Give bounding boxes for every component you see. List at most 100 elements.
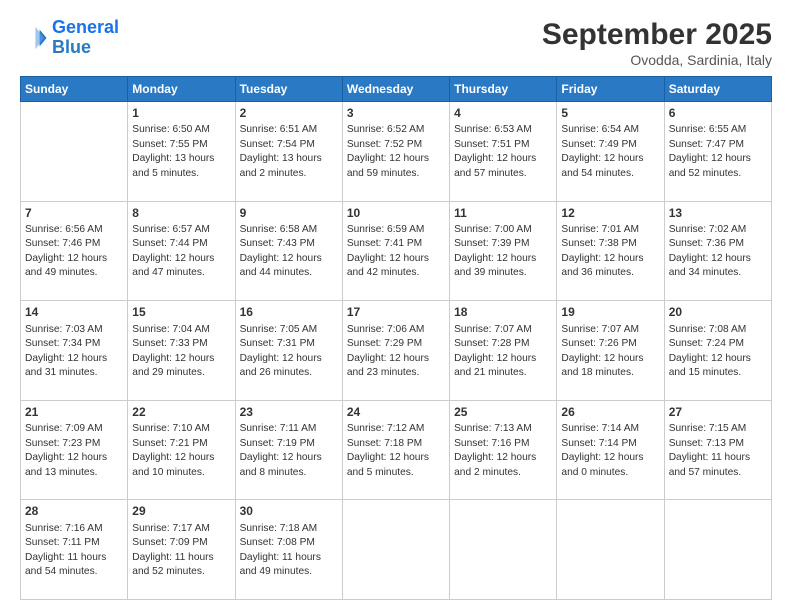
table-row: 4Sunrise: 6:53 AM Sunset: 7:51 PM Daylig…: [450, 102, 557, 202]
day-number: 6: [669, 105, 767, 122]
day-info: Sunrise: 7:08 AM Sunset: 7:24 PM Dayligh…: [669, 323, 767, 381]
day-number: 21: [25, 404, 123, 421]
day-number: 3: [347, 105, 445, 122]
day-number: 25: [454, 404, 552, 421]
day-number: 18: [454, 304, 552, 321]
day-number: 7: [25, 205, 123, 222]
table-row: 12Sunrise: 7:01 AM Sunset: 7:38 PM Dayli…: [557, 201, 664, 301]
day-number: 11: [454, 205, 552, 222]
day-number: 27: [669, 404, 767, 421]
day-info: Sunrise: 7:18 AM Sunset: 7:08 PM Dayligh…: [240, 522, 338, 580]
day-info: Sunrise: 7:07 AM Sunset: 7:28 PM Dayligh…: [454, 323, 552, 381]
table-row: [21, 102, 128, 202]
day-info: Sunrise: 7:14 AM Sunset: 7:14 PM Dayligh…: [561, 422, 659, 480]
day-number: 9: [240, 205, 338, 222]
day-info: Sunrise: 7:06 AM Sunset: 7:29 PM Dayligh…: [347, 323, 445, 381]
day-info: Sunrise: 7:10 AM Sunset: 7:21 PM Dayligh…: [132, 422, 230, 480]
table-row: [664, 500, 771, 600]
day-info: Sunrise: 7:03 AM Sunset: 7:34 PM Dayligh…: [25, 323, 123, 381]
day-info: Sunrise: 6:56 AM Sunset: 7:46 PM Dayligh…: [25, 223, 123, 281]
day-number: 26: [561, 404, 659, 421]
day-info: Sunrise: 7:02 AM Sunset: 7:36 PM Dayligh…: [669, 223, 767, 281]
table-row: 2Sunrise: 6:51 AM Sunset: 7:54 PM Daylig…: [235, 102, 342, 202]
day-number: 20: [669, 304, 767, 321]
day-info: Sunrise: 7:09 AM Sunset: 7:23 PM Dayligh…: [25, 422, 123, 480]
day-number: 16: [240, 304, 338, 321]
table-row: 26Sunrise: 7:14 AM Sunset: 7:14 PM Dayli…: [557, 400, 664, 500]
header-row: Sunday Monday Tuesday Wednesday Thursday…: [21, 77, 772, 102]
table-row: 15Sunrise: 7:04 AM Sunset: 7:33 PM Dayli…: [128, 301, 235, 401]
week-row-5: 28 Sunrise: 7:16 AM Sunset: 7:11 PM Dayli…: [21, 500, 772, 600]
table-row: 1Sunrise: 6:50 AM Sunset: 7:55 PM Daylig…: [128, 102, 235, 202]
col-sunday: Sunday: [21, 77, 128, 102]
day-number: 22: [132, 404, 230, 421]
table-row: 22Sunrise: 7:10 AM Sunset: 7:21 PM Dayli…: [128, 400, 235, 500]
table-row: 6Sunrise: 6:55 AM Sunset: 7:47 PM Daylig…: [664, 102, 771, 202]
table-row: [557, 500, 664, 600]
day-info: Sunrise: 7:00 AM Sunset: 7:39 PM Dayligh…: [454, 223, 552, 281]
day-number: 4: [454, 105, 552, 122]
table-row: 24Sunrise: 7:12 AM Sunset: 7:18 PM Dayli…: [342, 400, 449, 500]
table-row: 21Sunrise: 7:09 AM Sunset: 7:23 PM Dayli…: [21, 400, 128, 500]
logo-icon: [20, 24, 48, 52]
day-info: Sunrise: 7:13 AM Sunset: 7:16 PM Dayligh…: [454, 422, 552, 480]
day-info: Sunrise: 6:50 AM Sunset: 7:55 PM Dayligh…: [132, 123, 230, 181]
table-row: 28 Sunrise: 7:16 AM Sunset: 7:11 PM Dayli…: [21, 500, 128, 600]
table-row: 17 Sunrise: 7:06 AM Sunset: 7:29 PM Dayli…: [342, 301, 449, 401]
table-row: 18 Sunrise: 7:07 AM Sunset: 7:28 PM Dayli…: [450, 301, 557, 401]
col-thursday: Thursday: [450, 77, 557, 102]
title-block: September 2025 Ovodda, Sardinia, Italy: [542, 18, 772, 68]
day-info: Sunrise: 6:57 AM Sunset: 7:44 PM Dayligh…: [132, 223, 230, 281]
week-row-1: 1Sunrise: 6:50 AM Sunset: 7:55 PM Daylig…: [21, 102, 772, 202]
table-row: 8Sunrise: 6:57 AM Sunset: 7:44 PM Daylig…: [128, 201, 235, 301]
table-row: 13Sunrise: 7:02 AM Sunset: 7:36 PM Dayli…: [664, 201, 771, 301]
location: Ovodda, Sardinia, Italy: [542, 52, 772, 68]
page: General Blue September 2025 Ovodda, Sard…: [0, 0, 792, 612]
day-info: Sunrise: 7:17 AM Sunset: 7:09 PM Dayligh…: [132, 522, 230, 580]
logo-line2: Blue: [52, 37, 91, 57]
table-row: 7Sunrise: 6:56 AM Sunset: 7:46 PM Daylig…: [21, 201, 128, 301]
month-title: September 2025: [542, 18, 772, 52]
day-number: 2: [240, 105, 338, 122]
table-row: 25Sunrise: 7:13 AM Sunset: 7:16 PM Dayli…: [450, 400, 557, 500]
day-number: 23: [240, 404, 338, 421]
day-info: Sunrise: 7:12 AM Sunset: 7:18 PM Dayligh…: [347, 422, 445, 480]
day-info: Sunrise: 6:58 AM Sunset: 7:43 PM Dayligh…: [240, 223, 338, 281]
day-info: Sunrise: 6:54 AM Sunset: 7:49 PM Dayligh…: [561, 123, 659, 181]
table-row: [342, 500, 449, 600]
table-row: 27Sunrise: 7:15 AM Sunset: 7:13 PM Dayli…: [664, 400, 771, 500]
day-number: 29: [132, 503, 230, 520]
table-row: 5Sunrise: 6:54 AM Sunset: 7:49 PM Daylig…: [557, 102, 664, 202]
week-row-3: 14 Sunrise: 7:03 AM Sunset: 7:34 PM Dayli…: [21, 301, 772, 401]
table-row: 14 Sunrise: 7:03 AM Sunset: 7:34 PM Dayli…: [21, 301, 128, 401]
day-info: Sunrise: 6:55 AM Sunset: 7:47 PM Dayligh…: [669, 123, 767, 181]
logo-text: General Blue: [52, 18, 119, 58]
table-row: 9Sunrise: 6:58 AM Sunset: 7:43 PM Daylig…: [235, 201, 342, 301]
day-number: 14: [25, 304, 123, 321]
day-info: Sunrise: 7:07 AM Sunset: 7:26 PM Dayligh…: [561, 323, 659, 381]
col-monday: Monday: [128, 77, 235, 102]
col-friday: Friday: [557, 77, 664, 102]
day-number: 17: [347, 304, 445, 321]
table-row: 19Sunrise: 7:07 AM Sunset: 7:26 PM Dayli…: [557, 301, 664, 401]
table-row: 16 Sunrise: 7:05 AM Sunset: 7:31 PM Dayli…: [235, 301, 342, 401]
day-info: Sunrise: 6:59 AM Sunset: 7:41 PM Dayligh…: [347, 223, 445, 281]
week-row-2: 7Sunrise: 6:56 AM Sunset: 7:46 PM Daylig…: [21, 201, 772, 301]
header: General Blue September 2025 Ovodda, Sard…: [20, 18, 772, 68]
day-info: Sunrise: 7:05 AM Sunset: 7:31 PM Dayligh…: [240, 323, 338, 381]
calendar-table: Sunday Monday Tuesday Wednesday Thursday…: [20, 76, 772, 600]
day-info: Sunrise: 7:16 AM Sunset: 7:11 PM Dayligh…: [25, 522, 123, 580]
day-info: Sunrise: 6:51 AM Sunset: 7:54 PM Dayligh…: [240, 123, 338, 181]
logo: General Blue: [20, 18, 119, 58]
col-tuesday: Tuesday: [235, 77, 342, 102]
day-number: 8: [132, 205, 230, 222]
table-row: 10Sunrise: 6:59 AM Sunset: 7:41 PM Dayli…: [342, 201, 449, 301]
table-row: 20 Sunrise: 7:08 AM Sunset: 7:24 PM Dayli…: [664, 301, 771, 401]
day-number: 1: [132, 105, 230, 122]
day-number: 28: [25, 503, 123, 520]
table-row: 29 Sunrise: 7:17 AM Sunset: 7:09 PM Dayli…: [128, 500, 235, 600]
day-number: 24: [347, 404, 445, 421]
table-row: 3Sunrise: 6:52 AM Sunset: 7:52 PM Daylig…: [342, 102, 449, 202]
day-number: 30: [240, 503, 338, 520]
col-wednesday: Wednesday: [342, 77, 449, 102]
